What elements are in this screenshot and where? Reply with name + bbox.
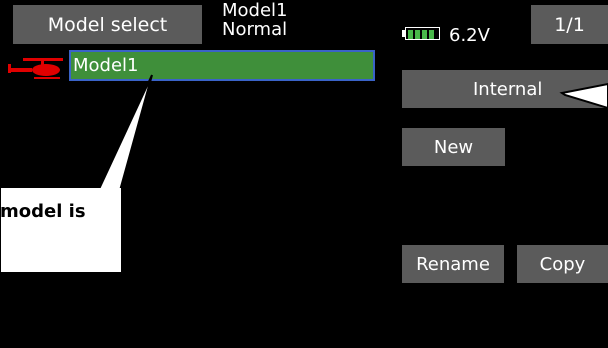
callout-overlay — [0, 74, 608, 274]
callout-left-text: model is — [0, 201, 86, 222]
callout-left-shape — [0, 74, 153, 274]
callout-right-shape — [559, 82, 608, 110]
